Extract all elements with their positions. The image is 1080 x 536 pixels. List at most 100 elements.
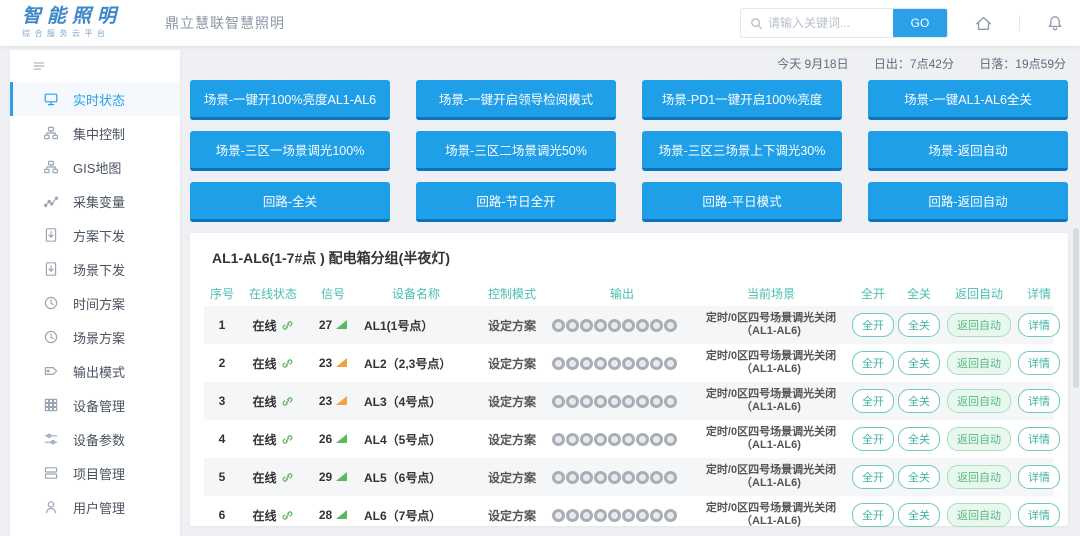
scene-button-4[interactable]: 场景-一键AL1-AL6全关 (868, 80, 1068, 120)
sidebar-item-plan-download[interactable]: 方案下发 (10, 218, 180, 252)
output-indicators (552, 395, 692, 408)
output-indicators (552, 471, 692, 484)
detail-button[interactable]: 详情 (1018, 427, 1060, 451)
scene-button-5[interactable]: 场景-三区一场景调光100% (190, 131, 390, 171)
detail-button[interactable]: 详情 (1018, 351, 1060, 375)
device-name: AL5（6号点） (360, 469, 472, 486)
loop-button-1[interactable]: 回路-全关 (190, 182, 390, 222)
search-go-button[interactable]: GO (893, 9, 947, 37)
output-dot (664, 357, 677, 370)
link-icon (281, 357, 294, 370)
home-icon[interactable] (974, 14, 993, 33)
output-dot (566, 509, 579, 522)
return-auto-button[interactable]: 返回自动 (947, 313, 1011, 337)
sidebar-item-label: 设备参数 (73, 430, 125, 449)
return-auto-button[interactable]: 返回自动 (947, 465, 1011, 489)
output-indicators (552, 509, 692, 522)
signal-strength: 27 (306, 318, 360, 332)
sidebar-item-time-plan[interactable]: 时间方案 (10, 286, 180, 320)
sidebar-item-device-params[interactable]: 设备参数 (10, 422, 180, 456)
output-dot (608, 433, 621, 446)
output-dot (608, 471, 621, 484)
device-manage-icon (43, 397, 59, 413)
signal-value: 27 (319, 318, 332, 332)
return-auto-button[interactable]: 返回自动 (947, 427, 1011, 451)
sidebar-item-output-mode[interactable]: 输出模式 (10, 354, 180, 388)
all-off-button[interactable]: 全关 (898, 503, 940, 527)
return-auto-button[interactable]: 返回自动 (947, 503, 1011, 527)
output-dot (552, 357, 565, 370)
sidebar-item-label: 集中控制 (73, 124, 125, 143)
row-number: 6 (204, 508, 240, 522)
menu-collapse-icon[interactable] (10, 50, 180, 82)
sidebar-item-collect-variables[interactable]: 采集变量 (10, 184, 180, 218)
detail-button[interactable]: 详情 (1018, 503, 1060, 527)
current-scene: 定时/0区四号场景调光关闭（AL1-AL6) (692, 464, 850, 490)
device-group-panel: AL1-AL6(1-7#点 ) 配电箱分组(半夜灯) 序号 在线状态 信号 设备… (190, 233, 1068, 526)
all-off-button[interactable]: 全关 (898, 351, 940, 375)
output-dot (580, 395, 593, 408)
signal-value: 29 (319, 470, 332, 484)
row-number: 4 (204, 432, 240, 446)
scene-button-6[interactable]: 场景-三区二场景调光50% (416, 131, 616, 171)
sidebar-item-label: 实时状态 (73, 90, 125, 109)
output-dot (664, 433, 677, 446)
loop-button-2[interactable]: 回路-节日全开 (416, 182, 616, 222)
notification-bell-icon[interactable] (1046, 14, 1064, 32)
all-on-button[interactable]: 全开 (852, 465, 894, 489)
detail-button[interactable]: 详情 (1018, 389, 1060, 413)
output-dot (594, 319, 607, 332)
all-on-button[interactable]: 全开 (852, 503, 894, 527)
return-auto-button[interactable]: 返回自动 (947, 389, 1011, 413)
sidebar-item-scene-download[interactable]: 场景下发 (10, 252, 180, 286)
return-auto-button[interactable]: 返回自动 (947, 351, 1011, 375)
sidebar-item-label: 设备管理 (73, 396, 125, 415)
col-全关: 全关 (896, 285, 942, 302)
current-scene: 定时/0区四号场景调光关闭（AL1-AL6) (692, 502, 850, 528)
sidebar-item-central-control[interactable]: 集中控制 (10, 116, 180, 150)
signal-strength: 23 (306, 356, 360, 370)
sidebar-item-user-manage[interactable]: 用户管理 (10, 490, 180, 524)
scene-button-7[interactable]: 场景-三区三场景上下调光30% (642, 131, 842, 171)
output-dot (664, 319, 677, 332)
plan-download-icon (43, 227, 59, 243)
sidebar-item-realtime-status[interactable]: 实时状态 (10, 82, 180, 116)
all-on-button[interactable]: 全开 (852, 427, 894, 451)
sidebar-item-project-manage[interactable]: 项目管理 (10, 456, 180, 490)
all-on-button[interactable]: 全开 (852, 389, 894, 413)
scene-button-1[interactable]: 场景-一键开100%亮度AL1-AL6 (190, 80, 390, 120)
output-dot (636, 395, 649, 408)
all-off-button[interactable]: 全关 (898, 427, 940, 451)
scene-button-3[interactable]: 场景-PD1一键开启100%亮度 (642, 80, 842, 120)
search-input[interactable] (768, 10, 893, 36)
detail-button[interactable]: 详情 (1018, 313, 1060, 337)
sidebar-item-label: 场景下发 (73, 260, 125, 279)
all-off-button[interactable]: 全关 (898, 313, 940, 337)
sidebar-item-label: 时间方案 (73, 294, 125, 313)
all-off-button[interactable]: 全关 (898, 465, 940, 489)
output-dot (622, 509, 635, 522)
signal-value: 23 (319, 356, 332, 370)
sidebar-item-scene-plan[interactable]: 场景方案 (10, 320, 180, 354)
all-on-button[interactable]: 全开 (852, 313, 894, 337)
signal-icon (336, 510, 347, 519)
col-在线状态: 在线状态 (240, 285, 306, 302)
loop-button-4[interactable]: 回路-返回自动 (868, 182, 1068, 222)
logo-title: 智能照明 (22, 7, 137, 27)
output-mode-icon (43, 363, 59, 379)
output-dot (552, 509, 565, 522)
scene-button-8[interactable]: 场景-返回自动 (868, 131, 1068, 171)
device-name: AL4（5号点） (360, 431, 472, 448)
control-mode: 设定方案 (472, 431, 552, 448)
scrollbar-thumb[interactable] (1073, 228, 1079, 388)
sidebar-item-device-manage[interactable]: 设备管理 (10, 388, 180, 422)
scene-button-2[interactable]: 场景-一键开启领导检阅模式 (416, 80, 616, 120)
all-on-button[interactable]: 全开 (852, 351, 894, 375)
scene-plan-icon (43, 329, 59, 345)
sidebar-item-gis-map[interactable]: GIS地图 (10, 150, 180, 184)
all-off-button[interactable]: 全关 (898, 389, 940, 413)
loop-button-3[interactable]: 回路-平日模式 (642, 182, 842, 222)
table-row: 4 在线 26 AL4（5号点） 设定方案 定时/0区四号场景调光关闭（AL1-… (204, 420, 1054, 458)
online-status-text: 在线 (252, 395, 276, 409)
detail-button[interactable]: 详情 (1018, 465, 1060, 489)
